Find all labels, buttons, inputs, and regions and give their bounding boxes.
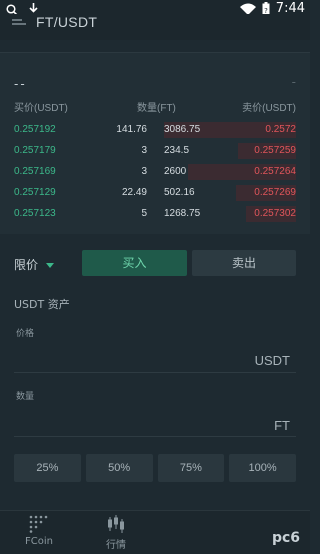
buy-tab-button[interactable]: 买入 [82,250,187,276]
percent-75-button[interactable]: 75% [157,454,225,482]
ask-price: 0.257264 [254,166,296,177]
order-row[interactable]: 0.257179 3 234.5 0.257259 [0,143,310,159]
bid-quantity: 3 [141,145,147,156]
bid-quantity: 141.76 [116,124,147,135]
order-type-label: 限价 [14,258,39,272]
trade-panel: 限价 买入 卖出 USDT 资产 价格 USDT 数量 FT 25% 50% 7… [0,240,310,510]
order-book-header: 买价(USDT) 数量(FT) 卖价(USDT) [0,99,310,114]
ask-price: 0.257302 [254,208,296,219]
order-row[interactable]: 0.257192 141.76 3086.75 0.2572 [0,122,310,138]
wifi-icon [239,3,256,15]
bid-price: 0.257192 [14,124,56,135]
bid-price-header: 买价(USDT) [14,103,68,114]
menu-icon[interactable] [12,18,26,28]
sell-tab-button[interactable]: 卖出 [192,250,296,276]
bid-price: 0.257169 [14,166,56,177]
nav-item-fcoin[interactable]: FCoin [9,515,69,547]
ask-quantity: 3086.75 [164,124,201,135]
order-row[interactable]: 0.257129 22.49 502.16 0.257269 [0,185,310,201]
percent-100-button[interactable]: 100% [229,454,296,482]
change-placeholder: - [291,75,296,89]
nav-label-market: 行情 [106,540,126,551]
ask-quantity: 2600 [164,166,187,177]
quantity-header: 数量(FT) [137,103,176,114]
pair-title[interactable]: FT/USDT [36,14,97,30]
top-bar: FT/USDT [0,14,310,40]
order-book: -- - 买价(USDT) 数量(FT) 卖价(USDT) 0.257192 1… [0,52,310,234]
order-row[interactable]: 0.257169 3 2600 0.257264 [0,164,310,180]
amount-label: 数量 [16,392,35,402]
bid-quantity: 3 [141,166,147,177]
ask-price: 0.257259 [254,145,296,156]
ask-price: 0.257269 [254,187,296,198]
asset-label: USDT 资产 [14,298,70,311]
watermark-logo: pc6 [272,530,300,546]
watermark-text: pc6 [271,530,300,546]
bid-price: 0.257129 [14,187,56,198]
price-field-underline [14,372,296,373]
bottom-nav: FCoin 行情 pc6 [0,510,310,554]
order-type-select[interactable]: 限价 [14,256,55,273]
ask-price-header: 卖价(USDT) [242,103,296,114]
ask-quantity: 234.5 [164,145,190,156]
last-price-placeholder: -- [14,77,27,91]
price-field[interactable]: USDT [255,353,290,368]
price-label: 价格 [16,329,35,339]
bid-quantity: 22.49 [121,187,147,198]
ask-quantity: 502.16 [164,187,195,198]
nav-item-market[interactable]: 行情 [86,515,146,551]
ask-quantity: 1268.75 [164,208,201,219]
candlestick-icon [108,515,124,533]
percent-buttons: 25% 50% 75% 100% [14,454,296,482]
bid-quantity: 5 [141,208,147,219]
caret-down-icon [46,263,55,268]
amount-field-underline [14,436,296,437]
percent-25-button[interactable]: 25% [14,454,81,482]
nav-label-fcoin: FCoin [25,536,53,547]
bid-price: 0.257123 [14,208,56,219]
amount-field[interactable]: FT [274,418,290,433]
bid-price: 0.257179 [14,145,56,156]
percent-50-button[interactable]: 50% [85,454,153,482]
ask-price: 0.2572 [265,124,296,135]
order-row[interactable]: 0.257123 5 1268.75 0.257302 [0,206,310,222]
fcoin-dots-icon [29,515,48,533]
